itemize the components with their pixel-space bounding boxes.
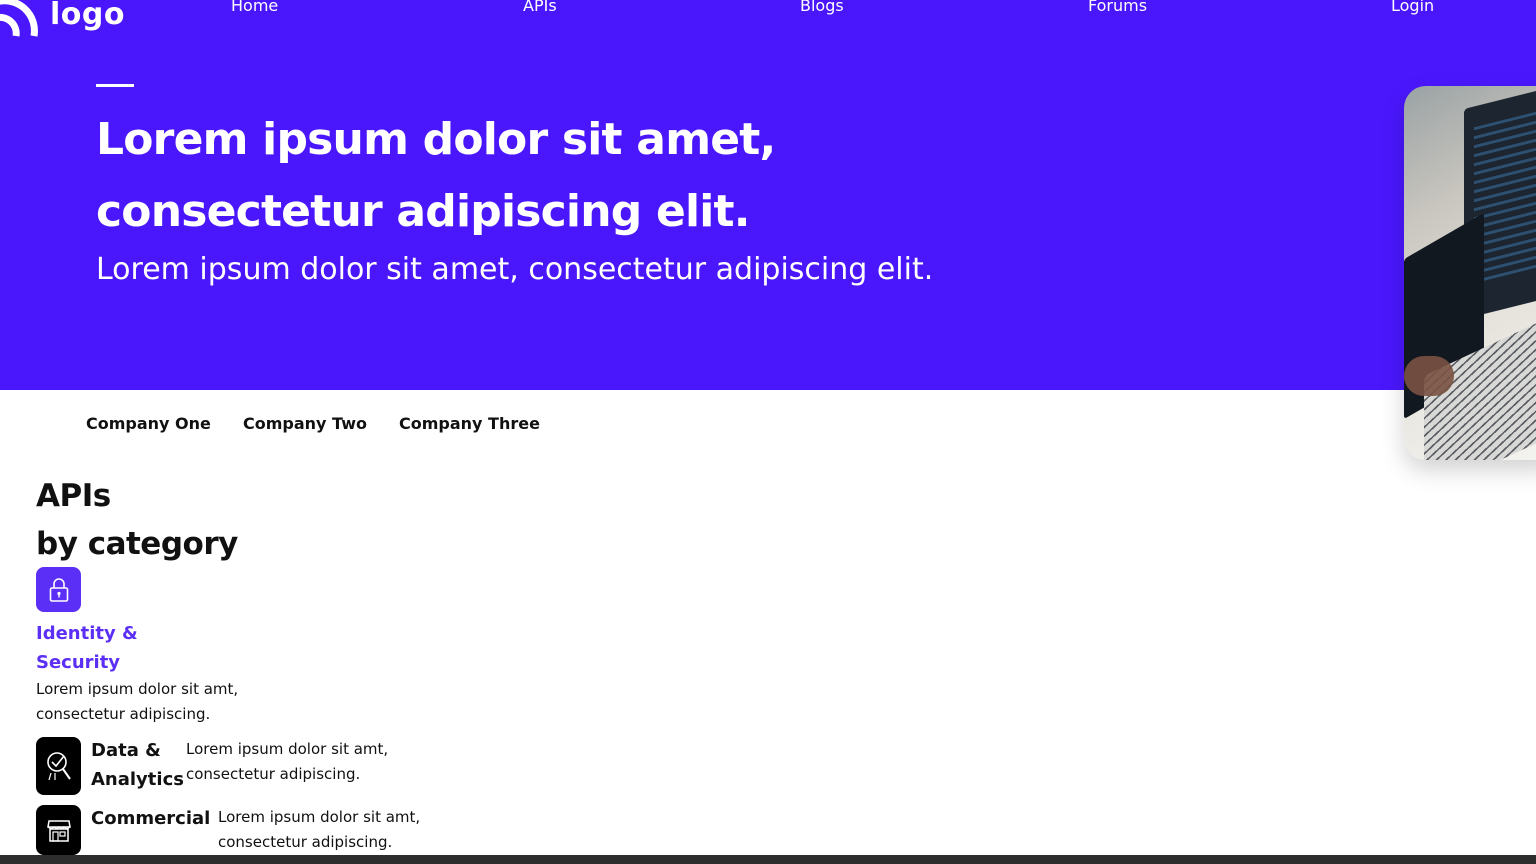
logo[interactable]: logo	[0, 0, 125, 38]
company-three: Company Three	[399, 414, 540, 433]
wifi-logo-icon	[0, 0, 38, 37]
category-data-title-line1: Data &	[91, 740, 161, 761]
category-data-icon-tile[interactable]	[36, 737, 81, 795]
nav-forums[interactable]: Forums	[1088, 0, 1147, 15]
category-identity-title-line1: Identity &	[36, 623, 138, 644]
category-data-title-line2: Analytics	[91, 769, 184, 790]
analytics-search-icon	[46, 752, 71, 781]
company-one: Company One	[86, 414, 211, 433]
nav-blogs[interactable]: Blogs	[800, 0, 844, 15]
bottom-bar	[0, 855, 1536, 864]
hand-shape	[1404, 356, 1454, 396]
hero-title: Lorem ipsum dolor sit amet, consectetur …	[96, 104, 956, 248]
nav-login[interactable]: Login	[1391, 0, 1434, 15]
category-identity-desc: Lorem ipsum dolor sit amt, consectetur a…	[36, 677, 238, 727]
category-commercial-desc-line1: Lorem ipsum dolor sit amt,	[218, 808, 421, 826]
logo-text: logo	[50, 0, 125, 32]
category-data-title[interactable]: Data & Analytics	[91, 736, 184, 794]
lock-icon	[49, 577, 68, 602]
category-data-desc-line1: Lorem ipsum dolor sit amt,	[186, 740, 389, 758]
hero-photo	[1404, 86, 1536, 460]
category-identity-title[interactable]: Identity & Security	[36, 619, 156, 677]
section-title: APIs by category	[36, 472, 238, 568]
category-commercial-desc: Lorem ipsum dolor sit amt, consectetur a…	[218, 805, 420, 855]
hero-banner: logo Home APIs Blogs Forums Login Lorem …	[0, 0, 1536, 390]
category-data-desc: Lorem ipsum dolor sit amt, consectetur a…	[186, 737, 388, 787]
category-commercial-icon-tile[interactable]	[36, 805, 81, 855]
nav-home[interactable]: Home	[231, 0, 278, 15]
category-identity-desc-line2: consectetur adipiscing.	[36, 705, 211, 723]
category-data-desc-line2: consectetur adipiscing.	[186, 765, 361, 783]
hero-title-line2: consectetur adipiscing elit.	[96, 186, 751, 237]
category-identity-desc-line1: Lorem ipsum dolor sit amt,	[36, 680, 239, 698]
storefront-icon	[46, 820, 71, 842]
page: logo Home APIs Blogs Forums Login Lorem …	[0, 0, 1536, 864]
company-two: Company Two	[243, 414, 367, 433]
section-title-line1: APIs	[36, 478, 111, 514]
nav-apis[interactable]: APIs	[523, 0, 557, 15]
category-commercial-desc-line2: consectetur adipiscing.	[218, 833, 393, 851]
section-title-line2: by category	[36, 526, 238, 562]
category-identity-title-line2: Security	[36, 652, 121, 673]
accent-dash	[96, 84, 134, 87]
hero-subtitle: Lorem ipsum dolor sit amet, consectetur …	[96, 252, 934, 287]
category-identity-icon-tile[interactable]	[36, 567, 81, 612]
hero-title-line1: Lorem ipsum dolor sit amet,	[96, 114, 776, 165]
category-commercial-title[interactable]: Commercial	[91, 804, 210, 833]
